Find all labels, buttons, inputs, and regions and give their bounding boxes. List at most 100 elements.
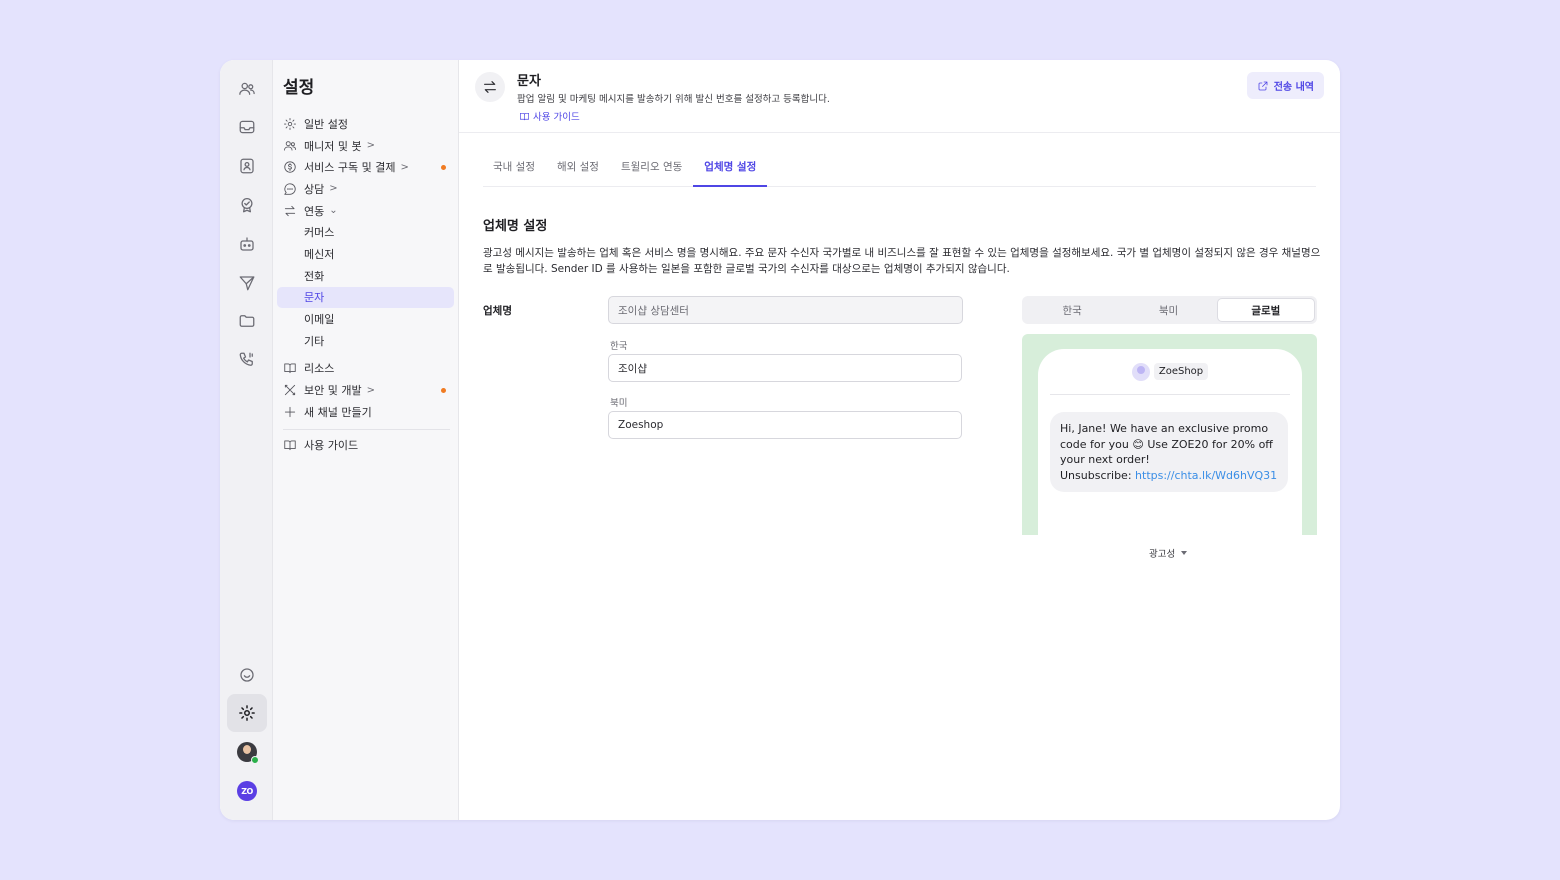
settings-sidebar: 설정 일반 설정 매니저 및 봇 > 서비스 구독 및 결제 > 상담 > 연동… <box>273 60 459 820</box>
page-title: 문자 <box>517 74 541 89</box>
gear-icon <box>284 117 296 130</box>
section-description: 광고성 메시지는 발송하는 업체 혹은 서비스 명을 명시해요. 주요 문자 수… <box>483 247 1321 275</box>
sidebar-item-label: 리소스 <box>304 362 335 376</box>
unsubscribe-link[interactable]: https://chta.lk/Wd6hVQ31 <box>1135 469 1277 482</box>
inbox-icon[interactable] <box>227 108 267 146</box>
message-bubble: Hi, Jane! We have an exclusive promo cod… <box>1050 412 1288 492</box>
section-title: 업체명 설정 <box>483 219 548 234</box>
sidebar-item-label: 문자 <box>304 291 325 305</box>
sidebar-item-integration[interactable]: 연동 ⌄ <box>277 200 454 222</box>
phone-header: ZoeShop <box>1050 363 1290 395</box>
chat-bubble-icon <box>284 183 296 195</box>
sidebar-item-security-dev[interactable]: 보안 및 개발 > <box>277 379 454 401</box>
sidebar-item-label: 기타 <box>304 334 325 348</box>
online-status-dot <box>251 756 259 764</box>
korea-label: 한국 <box>610 341 628 352</box>
arrows-swap-icon <box>284 205 296 216</box>
message-type-select[interactable]: 광고성 <box>1149 546 1188 560</box>
message-type-label: 광고성 <box>1149 549 1176 560</box>
sender-name: ZoeShop <box>1153 363 1209 380</box>
sidebar-item-label: 이메일 <box>304 313 335 327</box>
sidebar-item-new-channel[interactable]: 새 채널 만들기 <box>277 401 454 423</box>
main-content: 문자 팝업 알림 및 마케팅 메시지를 발송하기 위해 발신 번호를 설정하고 … <box>459 60 1340 820</box>
sidebar-item-managers-bots[interactable]: 매니저 및 봇 > <box>277 135 454 157</box>
book-icon <box>520 112 529 120</box>
plus-icon <box>284 406 296 417</box>
page-header: 문자 팝업 알림 및 마케팅 메시지를 발송하기 위해 발신 번호를 설정하고 … <box>459 60 1340 133</box>
badge-icon[interactable] <box>227 186 267 224</box>
business-name-label: 업체명 <box>483 305 512 317</box>
chat-widget-icon[interactable] <box>227 656 267 694</box>
sidebar-item-label: 커머스 <box>304 226 335 240</box>
sidebar-item-label: 메신저 <box>304 247 335 261</box>
send-history-label: 전송 내역 <box>1273 82 1314 93</box>
external-link-icon <box>1258 81 1268 90</box>
sidebar-item-resources[interactable]: 리소스 <box>277 358 454 380</box>
settings-tabs: 국내 설정 해외 설정 트윌리오 연동 업체명 설정 <box>483 159 1316 187</box>
folder-icon[interactable] <box>227 302 267 340</box>
sidebar-item-subscription-billing[interactable]: 서비스 구독 및 결제 > <box>277 156 454 178</box>
sidebar-item-label: 보안 및 개발 <box>304 384 362 398</box>
tools-icon <box>284 384 296 396</box>
sidebar-divider <box>283 428 450 430</box>
contact-book-icon[interactable] <box>227 147 267 185</box>
zo-logo-icon: ZO <box>237 781 257 801</box>
sidebar-title: 설정 <box>283 78 315 98</box>
north-america-label: 북미 <box>610 398 628 409</box>
tab-twilio[interactable]: 트윌리오 연동 <box>610 159 693 186</box>
sidebar-item-label: 새 채널 만들기 <box>304 405 372 419</box>
region-tab-global[interactable]: 글로벌 <box>1216 298 1315 322</box>
business-name-korea-input[interactable] <box>608 354 962 382</box>
app-window: ZO 설정 일반 설정 매니저 및 봇 > 서비스 구독 및 결제 > 상담 >… <box>220 60 1340 820</box>
business-name-default-input[interactable] <box>608 296 963 324</box>
user-avatar[interactable] <box>227 733 267 771</box>
sidebar-item-consultation[interactable]: 상담 > <box>277 178 454 200</box>
chevron-right-icon: > <box>329 183 338 195</box>
message-preview: ZoeShop Hi, Jane! We have an exclusive p… <box>1022 334 1317 535</box>
tab-business-name[interactable]: 업체명 설정 <box>693 159 768 187</box>
sidebar-item-call[interactable]: 전화 <box>277 265 454 287</box>
sidebar-item-commerce[interactable]: 커머스 <box>277 221 454 243</box>
business-name-na-input[interactable] <box>608 411 962 439</box>
caret-down-icon <box>1181 551 1188 555</box>
bot-icon[interactable] <box>227 225 267 263</box>
tab-international[interactable]: 해외 설정 <box>546 159 610 186</box>
chevron-right-icon: > <box>366 140 375 152</box>
sidebar-item-email[interactable]: 이메일 <box>277 308 454 330</box>
book-icon <box>284 440 296 451</box>
sidebar-item-other[interactable]: 기타 <box>277 330 454 352</box>
send-history-button[interactable]: 전송 내역 <box>1246 72 1324 99</box>
phone-mockup: ZoeShop Hi, Jane! We have an exclusive p… <box>1038 349 1302 535</box>
sidebar-item-general[interactable]: 일반 설정 <box>277 113 454 135</box>
page-description: 팝업 알림 및 마케팅 메시지를 발송하기 위해 발신 번호를 설정하고 등록합… <box>517 94 830 105</box>
brand-logo[interactable]: ZO <box>227 772 267 810</box>
message-text: Hi, Jane! We have an exclusive promo cod… <box>1060 422 1273 466</box>
sidebar-item-label: 매니저 및 봇 <box>304 139 362 153</box>
phone-icon[interactable] <box>227 341 267 379</box>
notification-dot <box>441 164 446 170</box>
tab-domestic[interactable]: 국내 설정 <box>483 159 546 186</box>
chevron-down-icon: ⌄ <box>329 205 338 217</box>
user-guide-link-label: 사용 가이드 <box>533 112 580 123</box>
preview-region-switch: 한국 북미 글로벌 <box>1022 296 1317 324</box>
dollar-icon <box>284 161 296 173</box>
user-guide-link[interactable]: 사용 가이드 <box>519 109 580 123</box>
settings-gear-icon[interactable] <box>227 694 267 732</box>
sidebar-item-user-guide[interactable]: 사용 가이드 <box>277 435 454 457</box>
icon-rail: ZO <box>220 60 273 820</box>
sidebar-item-label: 연동 <box>304 204 325 218</box>
sidebar-item-label: 상담 <box>304 182 325 196</box>
region-tab-korea[interactable]: 한국 <box>1024 298 1120 322</box>
unsubscribe-label: Unsubscribe: <box>1060 468 1132 482</box>
sidebar-item-label: 일반 설정 <box>304 117 348 131</box>
sidebar-item-messenger[interactable]: 메신저 <box>277 243 454 265</box>
sidebar-item-sms[interactable]: 문자 <box>277 286 454 309</box>
sidebar-item-label: 사용 가이드 <box>304 439 359 453</box>
contacts-icon[interactable] <box>227 70 267 108</box>
region-tab-north-america[interactable]: 북미 <box>1120 298 1216 322</box>
sidebar-item-label: 전화 <box>304 269 325 283</box>
chevron-right-icon: > <box>400 161 409 173</box>
book-icon <box>284 363 296 374</box>
send-icon[interactable] <box>227 264 267 302</box>
sender-avatar <box>1131 363 1150 381</box>
